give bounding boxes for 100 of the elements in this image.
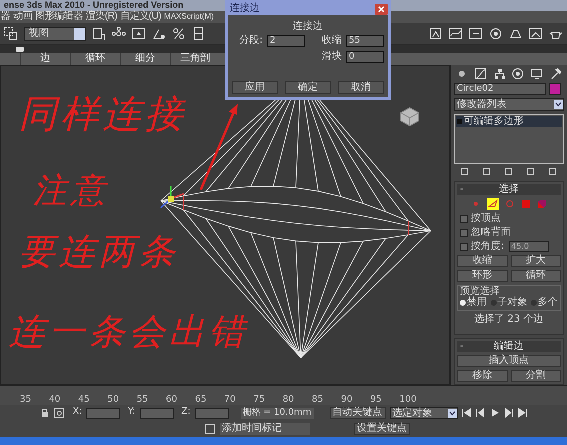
go-to-end-icon[interactable]: [518, 408, 528, 418]
rollout-title: 选择: [498, 184, 520, 195]
panel-button[interactable]: 移除: [457, 370, 508, 382]
handwritten-note: 注意: [33, 170, 109, 213]
collapse-sign[interactable]: -: [457, 341, 467, 352]
tick-label: 65: [195, 395, 207, 405]
lock-icon[interactable]: [40, 408, 50, 418]
window-title: ense 3ds Max 2010 - Unregistered Version: [4, 0, 184, 10]
menu-item[interactable]: MAXScript(M): [164, 11, 214, 23]
hierarchy-icon[interactable]: [494, 68, 506, 80]
rollout-header[interactable]: - 编辑边: [457, 341, 561, 352]
monitor-icon[interactable]: [132, 26, 146, 40]
object-name-field[interactable]: Circle02: [454, 83, 546, 95]
viewcube-icon[interactable]: [399, 106, 421, 128]
field-label: 滑块: [322, 51, 342, 63]
edge-level-icon[interactable]: [487, 198, 499, 210]
tick-label: 95: [370, 395, 382, 405]
checkbox[interactable]: [460, 228, 468, 236]
spinner-field[interactable]: 55: [346, 35, 384, 47]
tick-label: 50: [108, 395, 120, 405]
timeline-ruler[interactable]: 35 40 45 50 55 60 65 70 75 80 85 90 95 100: [0, 385, 567, 405]
panel-button[interactable]: 扩大: [510, 255, 561, 267]
coordinate-label: Y:: [128, 406, 136, 420]
dialog-heading: 连接边: [292, 21, 324, 33]
key-mode-icon[interactable]: [205, 424, 216, 434]
checkbox-label: 按角度:: [471, 241, 504, 252]
ribbon-toggle-icon[interactable]: [16, 46, 24, 52]
tick-label: 100: [400, 395, 417, 405]
modifier-stack-list[interactable]: 可编辑多边形: [454, 114, 564, 164]
chevron-down-icon[interactable]: [448, 408, 457, 418]
previous-frame-icon[interactable]: [476, 408, 486, 418]
display-icon[interactable]: [531, 68, 544, 80]
grid-size-label: 栅格 = 10.0mm: [240, 408, 314, 418]
create-icon[interactable]: [456, 68, 468, 80]
tick-label: 85: [312, 395, 324, 405]
field-label: 分段:: [240, 35, 263, 47]
dialog-button[interactable]: 取消: [338, 81, 384, 94]
panel-button[interactable]: 插入顶点: [457, 355, 561, 367]
menu-item[interactable]: 动画: [14, 11, 32, 23]
spinner-field[interactable]: 0: [346, 51, 384, 63]
chevron-down-icon[interactable]: [554, 100, 563, 109]
coordinate-label: X:: [73, 406, 82, 420]
checkbox-label: 忽略背面: [471, 227, 511, 238]
tick-label: 55: [136, 395, 148, 405]
add-time-tag-field[interactable]: 添加时间标记: [220, 423, 310, 435]
render-frame-icon[interactable]: [529, 26, 543, 40]
next-frame-icon[interactable]: [504, 408, 514, 418]
modify-icon[interactable]: [474, 68, 487, 80]
radio-label: 禁用: [467, 297, 487, 308]
collapse-sign[interactable]: -: [457, 184, 467, 195]
radio-label: 子对象: [498, 297, 528, 308]
go-to-start-icon[interactable]: [462, 408, 472, 418]
auto-key-button[interactable]: 自动关键点: [330, 407, 386, 419]
object-color-swatch[interactable]: [549, 83, 561, 95]
coordinate-field[interactable]: [86, 408, 120, 418]
checkbox[interactable]: [460, 214, 468, 222]
menu-item[interactable]: 自定义(U): [120, 11, 162, 23]
modifier-stack-item[interactable]: 可编辑多边形: [456, 116, 562, 127]
handwritten-note: 要连两条: [19, 231, 179, 275]
select-region-icon[interactable]: [4, 26, 18, 40]
tick-label: 90: [341, 395, 353, 405]
field-label: 收缩: [322, 35, 342, 47]
close-icon[interactable]: [375, 4, 388, 14]
rollout-header[interactable]: - 选择: [457, 184, 561, 195]
tick-label: 45: [78, 395, 90, 405]
spinner-field[interactable]: 2: [267, 35, 305, 47]
absolute-mode-icon[interactable]: [54, 408, 65, 418]
panel-button[interactable]: 环形: [457, 270, 508, 282]
panel-button[interactable]: 收缩: [457, 255, 508, 267]
key-filter-dropdown[interactable]: 选定对象: [390, 407, 458, 419]
tick-label: 35: [20, 395, 32, 405]
menu-item[interactable]: 图形编辑器: [36, 11, 83, 23]
checkbox-label: 按顶点: [471, 213, 501, 224]
hammer-icon[interactable]: [550, 68, 562, 80]
tick-label: 40: [49, 395, 61, 405]
handwritten-note: 连一条会出错: [9, 311, 249, 355]
menu-item[interactable]: 渲染(R): [86, 11, 118, 23]
handwritten-note: 同样连接: [19, 91, 187, 138]
angle-field[interactable]: 45.0: [509, 241, 550, 252]
checkbox[interactable]: [460, 242, 468, 250]
modifier-list-dropdown[interactable]: 修改器列表: [454, 98, 564, 111]
motion-icon[interactable]: [512, 68, 524, 80]
view-dropdown[interactable]: 视图: [24, 26, 86, 40]
curve-editor-icon[interactable]: [449, 26, 463, 40]
panel-button[interactable]: 循环: [510, 270, 561, 282]
radio-button[interactable]: [460, 300, 466, 306]
rollout-title: 编辑边: [493, 341, 525, 352]
percent-snap-icon[interactable]: [172, 26, 186, 40]
menu-item[interactable]: 器: [1, 11, 10, 23]
panel-button[interactable]: 分割: [510, 370, 561, 382]
coordinate-field[interactable]: [140, 408, 174, 418]
dialog-button[interactable]: 确定: [285, 81, 331, 94]
coordinate-field[interactable]: [194, 408, 229, 418]
play-icon[interactable]: [490, 408, 500, 418]
dialog-title: 连接边: [230, 3, 260, 15]
set-key-button[interactable]: 设置关键点: [354, 423, 410, 435]
tick-label: 70: [224, 395, 236, 405]
material-editor-icon[interactable]: [489, 26, 503, 40]
coordinate-label: Z:: [182, 406, 191, 420]
dialog-button[interactable]: 应用: [232, 81, 278, 94]
